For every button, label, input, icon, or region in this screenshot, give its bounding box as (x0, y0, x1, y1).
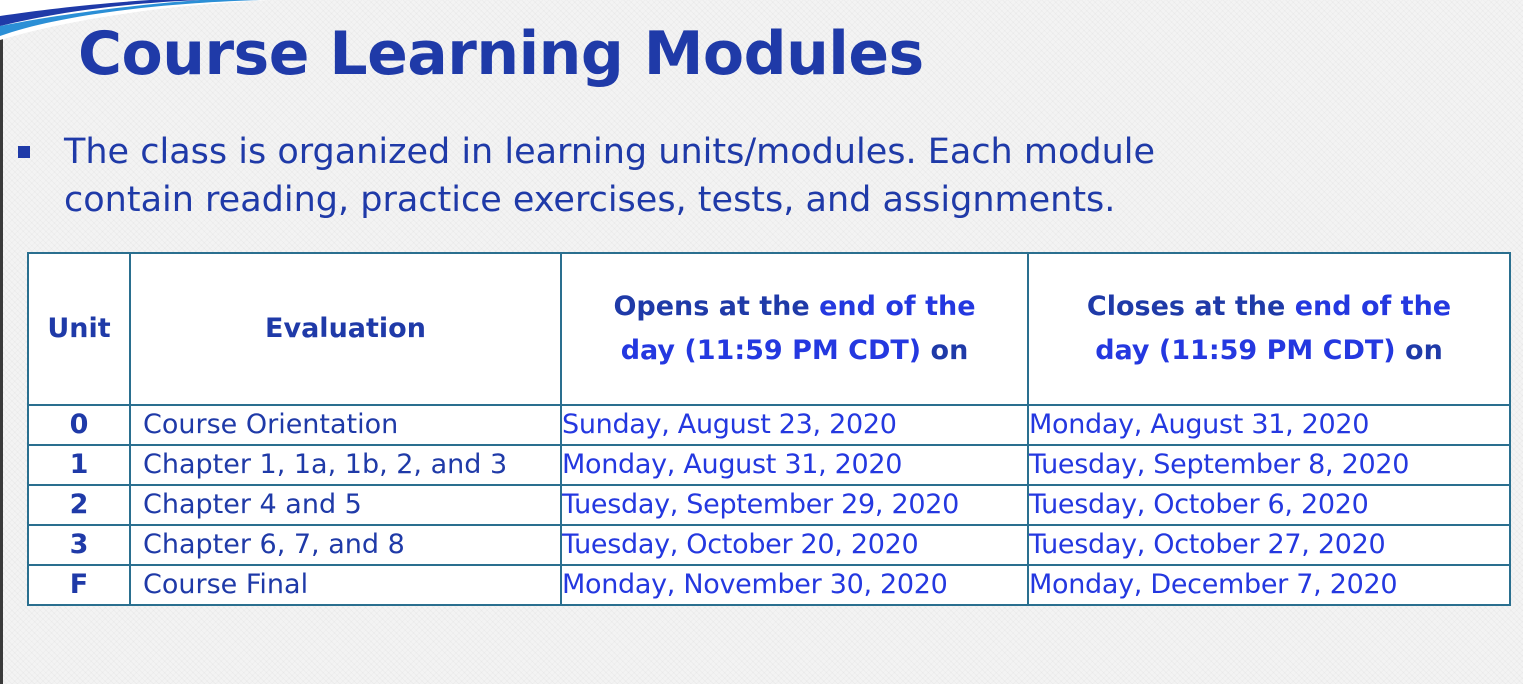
opens-date-cell: Monday, November 30, 2020 (560, 564, 1029, 606)
slide-left-edge (0, 0, 3, 684)
bullet-text-line-1: The class is organized in learning units… (64, 132, 1156, 172)
bullet-point: The class is organized in learning units… (18, 128, 1438, 224)
header-opens-accent: end of the (819, 291, 976, 322)
bullet-text: The class is organized in learning units… (64, 128, 1438, 224)
opens-date-cell: Tuesday, September 29, 2020 (560, 484, 1029, 526)
header-unit: Unit (27, 252, 131, 406)
header-closes: Closes at the end of the day (11:59 PM C… (1027, 252, 1511, 406)
closes-date-cell: Monday, August 31, 2020 (1027, 404, 1511, 446)
header-opens: Opens at the end of the day (11:59 PM CD… (560, 252, 1029, 406)
opens-date-cell: Monday, August 31, 2020 (560, 444, 1029, 486)
table-row: 3 Chapter 6, 7, and 8 Tuesday, October 2… (27, 524, 1511, 566)
header-closes-time: day (11:59 PM CDT) (1095, 335, 1396, 366)
unit-cell: 1 (27, 444, 131, 486)
closes-date-cell: Monday, December 7, 2020 (1027, 564, 1511, 606)
header-closes-tail: on (1395, 335, 1443, 366)
header-opens-lead: Opens at the (613, 291, 820, 322)
unit-cell: 2 (27, 484, 131, 526)
header-opens-tail: on (921, 335, 969, 366)
evaluation-cell: Course Orientation (129, 404, 562, 446)
unit-cell: 3 (27, 524, 131, 566)
table-row: F Course Final Monday, November 30, 2020… (27, 564, 1511, 606)
header-closes-accent: end of the (1294, 291, 1452, 322)
closes-date-cell: Tuesday, October 27, 2020 (1027, 524, 1511, 566)
unit-cell: F (27, 564, 131, 606)
evaluation-cell: Chapter 6, 7, and 8 (129, 524, 562, 566)
table-row: 2 Chapter 4 and 5 Tuesday, September 29,… (27, 484, 1511, 526)
bullet-text-line-2: contain reading, practice exercises, tes… (64, 180, 1116, 220)
header-evaluation: Evaluation (129, 252, 562, 406)
header-closes-lead: Closes at the (1086, 291, 1295, 322)
table-header-row: Unit Evaluation Opens at the end of the … (27, 252, 1511, 406)
opens-date-cell: Tuesday, October 20, 2020 (560, 524, 1029, 566)
slide-title: Course Learning Modules (78, 19, 924, 89)
evaluation-cell: Chapter 4 and 5 (129, 484, 562, 526)
closes-date-cell: Tuesday, October 6, 2020 (1027, 484, 1511, 526)
opens-date-cell: Sunday, August 23, 2020 (560, 404, 1029, 446)
closes-date-cell: Tuesday, September 8, 2020 (1027, 444, 1511, 486)
evaluation-cell: Course Final (129, 564, 562, 606)
header-opens-time: day (11:59 PM CDT) (620, 335, 922, 366)
table-row: 1 Chapter 1, 1a, 1b, 2, and 3 Monday, Au… (27, 444, 1511, 486)
square-bullet-icon (18, 146, 30, 158)
unit-cell: 0 (27, 404, 131, 446)
table-row: 0 Course Orientation Sunday, August 23, … (27, 404, 1511, 446)
evaluation-cell: Chapter 1, 1a, 1b, 2, and 3 (129, 444, 562, 486)
module-schedule-table: Unit Evaluation Opens at the end of the … (27, 252, 1511, 606)
